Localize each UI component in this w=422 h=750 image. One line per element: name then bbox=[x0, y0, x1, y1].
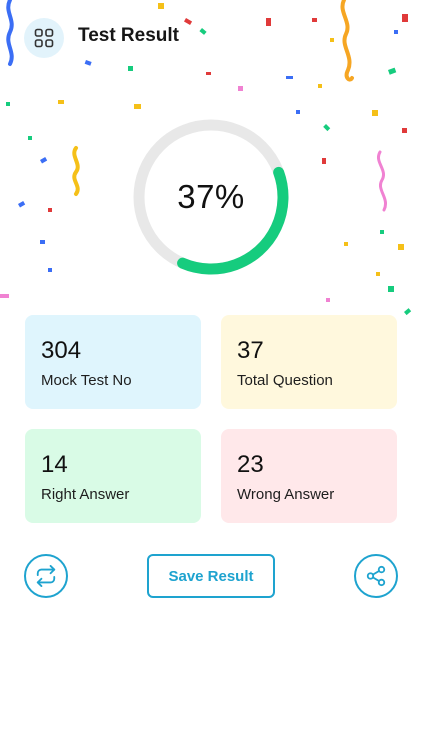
stat-card-wrong-answer: 23 Wrong Answer bbox=[221, 429, 397, 523]
stat-value: 23 bbox=[237, 451, 264, 478]
score-gauge: 37% bbox=[131, 117, 291, 277]
stat-label: Right Answer bbox=[41, 486, 130, 503]
stat-label: Total Question bbox=[237, 372, 333, 389]
save-result-button[interactable]: Save Result bbox=[147, 554, 275, 598]
share-icon bbox=[366, 565, 386, 587]
retry-button[interactable] bbox=[24, 554, 68, 598]
grid-icon bbox=[34, 28, 54, 48]
stat-card-right-answer: 14 Right Answer bbox=[25, 429, 201, 523]
app-header: Test Result bbox=[0, 0, 422, 76]
stat-value: 14 bbox=[41, 451, 68, 478]
stat-card-total-question: 37 Total Question bbox=[221, 315, 397, 409]
score-percentage: 37% bbox=[177, 178, 245, 215]
repeat-icon bbox=[36, 565, 56, 587]
menu-button[interactable] bbox=[24, 18, 64, 58]
stat-label: Wrong Answer bbox=[237, 486, 335, 503]
share-button[interactable] bbox=[354, 554, 398, 598]
stat-value: 37 bbox=[237, 337, 264, 364]
stat-card-mock-test-no: 304 Mock Test No bbox=[25, 315, 201, 409]
stat-value: 304 bbox=[41, 337, 82, 364]
stat-label: Mock Test No bbox=[41, 372, 132, 389]
page-title: Test Result bbox=[78, 25, 180, 46]
